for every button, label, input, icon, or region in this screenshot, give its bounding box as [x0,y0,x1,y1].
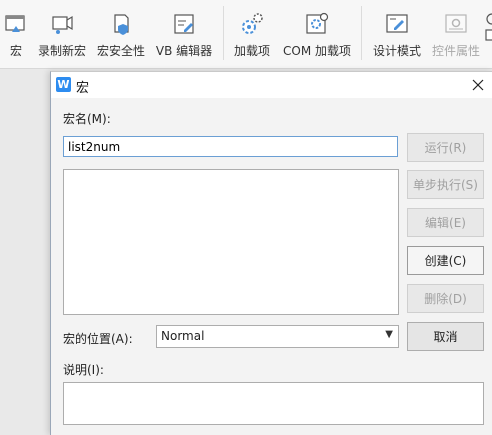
close-icon [472,79,484,91]
addins-label: 加载项 [233,44,270,58]
ribbon-divider [361,6,362,60]
control-properties-label: 控件属性 [431,44,480,58]
com-addins-icon [303,10,331,38]
dialog-title: 宏 [76,81,90,96]
design-mode-button[interactable]: 设计模式 [371,0,423,68]
addins-icon [238,10,266,38]
macro-location-label: 宏的位置(A): [63,332,133,346]
record-macro-icon [48,10,76,38]
record-macro-button[interactable]: 录制新宏 [36,0,88,68]
edit-button[interactable]: 编辑(E) [407,208,484,237]
document-area [0,69,50,434]
macro-icon [2,10,30,38]
step-into-button[interactable]: 单步执行(S) [407,170,484,199]
ribbon-toolbar: 宏 录制新宏 宏安全性 VB 编辑器 加载项 COM 加载项 设计模式 控件属性 [0,0,492,69]
macro-list[interactable] [63,169,399,315]
record-macro-label: 录制新宏 [37,44,86,58]
com-addins-button[interactable]: COM 加载项 [281,0,353,68]
macro-button[interactable]: 宏 [2,0,30,68]
control-properties-button[interactable]: 控件属性 [430,0,482,68]
macro-security-label: 宏安全性 [96,44,145,58]
addins-button[interactable]: 加载项 [232,0,272,68]
macro-label: 宏 [9,44,22,58]
macro-dialog: W 宏 宏名(M): 运行(R) 单步执行(S) 编辑(E) 创建(C) 删除(… [50,71,492,435]
cancel-button[interactable]: 取消 [407,322,484,351]
macro-location-value: Normal [161,329,205,343]
description-label: 说明(I): [63,363,104,377]
design-mode-label: 设计模式 [372,44,421,58]
dropdown-arrow-icon: ▼ [385,329,393,340]
description-field[interactable] [63,382,484,425]
ribbon-divider [223,6,224,60]
design-mode-icon [383,10,411,38]
run-button[interactable]: 运行(R) [407,133,484,162]
dialog-titlebar[interactable]: W 宏 [51,72,492,98]
macro-location-select[interactable]: Normal ▼ [156,325,399,348]
macro-name-label: 宏名(M): [63,112,111,126]
vb-editor-icon [170,10,198,38]
vb-editor-label: VB 编辑器 [155,44,213,58]
macro-security-icon [107,10,135,38]
vb-editor-button[interactable]: VB 编辑器 [155,0,213,68]
create-button[interactable]: 创建(C) [407,246,484,275]
close-button[interactable] [467,74,489,96]
delete-button[interactable]: 删除(D) [407,284,484,313]
macro-security-button[interactable]: 宏安全性 [95,0,147,68]
macro-name-input[interactable] [63,136,398,157]
wps-writer-icon: W [56,77,71,92]
com-addins-label: COM 加载项 [283,44,351,58]
control-properties-icon [442,10,470,38]
ribbon-overflow-icon[interactable] [484,12,492,42]
